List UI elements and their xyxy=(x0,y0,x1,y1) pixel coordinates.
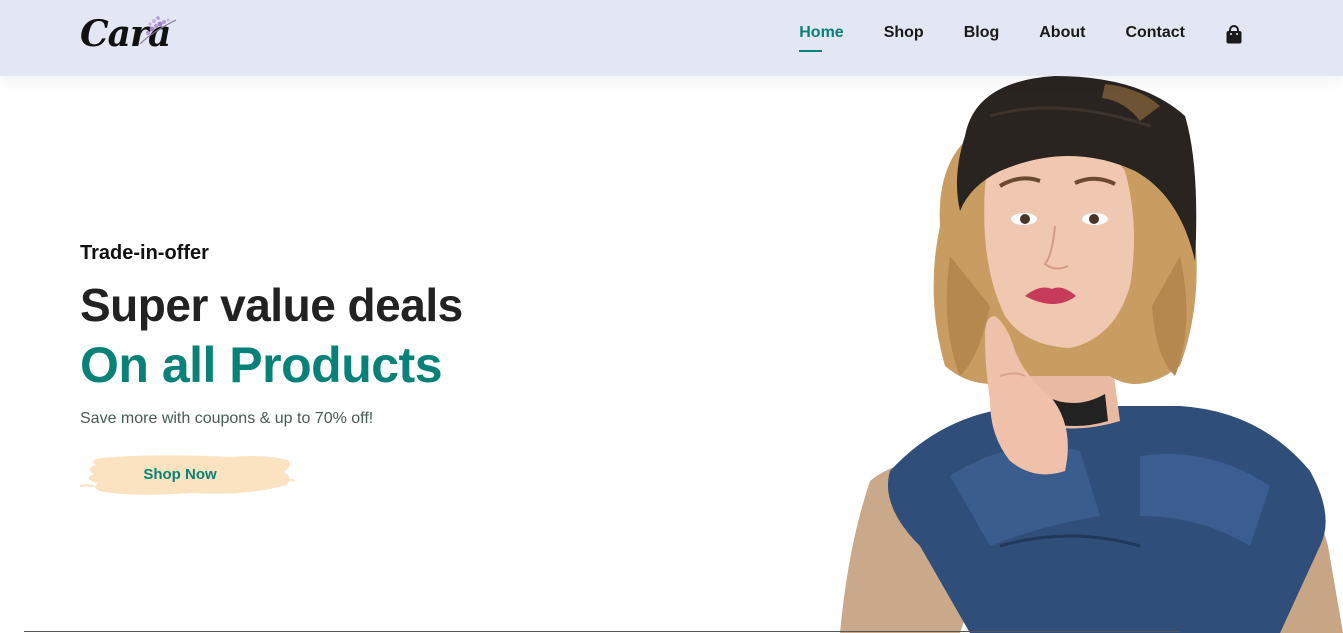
hero-model-image xyxy=(840,76,1343,633)
nav-item-contact[interactable]: Contact xyxy=(1125,24,1185,46)
hero-eyebrow: Trade-in-offer xyxy=(80,242,209,264)
hero-headline-accent: On all Products xyxy=(80,337,443,393)
brand-logo[interactable]: Cara xyxy=(80,12,180,56)
main-nav: Home Shop Blog About Contact xyxy=(799,0,1343,70)
hero-section: Trade-in-offer Super value deals On all … xyxy=(0,76,1343,633)
shopping-bag-icon[interactable] xyxy=(1225,25,1243,45)
site-header: Cara Home Shop Blog About Contact xyxy=(0,0,1343,76)
hero-headline: Super value deals xyxy=(80,279,463,331)
nav-item-blog[interactable]: Blog xyxy=(964,24,1000,46)
nav-item-home[interactable]: Home xyxy=(799,24,844,52)
shop-now-label: Shop Now xyxy=(143,466,217,483)
nav-item-shop[interactable]: Shop xyxy=(884,24,924,46)
shop-now-button[interactable]: Shop Now xyxy=(80,452,295,498)
lavender-sprig-icon xyxy=(139,16,177,45)
page-divider xyxy=(24,631,1180,632)
hero-subtext: Save more with coupons & up to 70% off! xyxy=(80,410,374,427)
nav-item-about[interactable]: About xyxy=(1039,24,1085,46)
